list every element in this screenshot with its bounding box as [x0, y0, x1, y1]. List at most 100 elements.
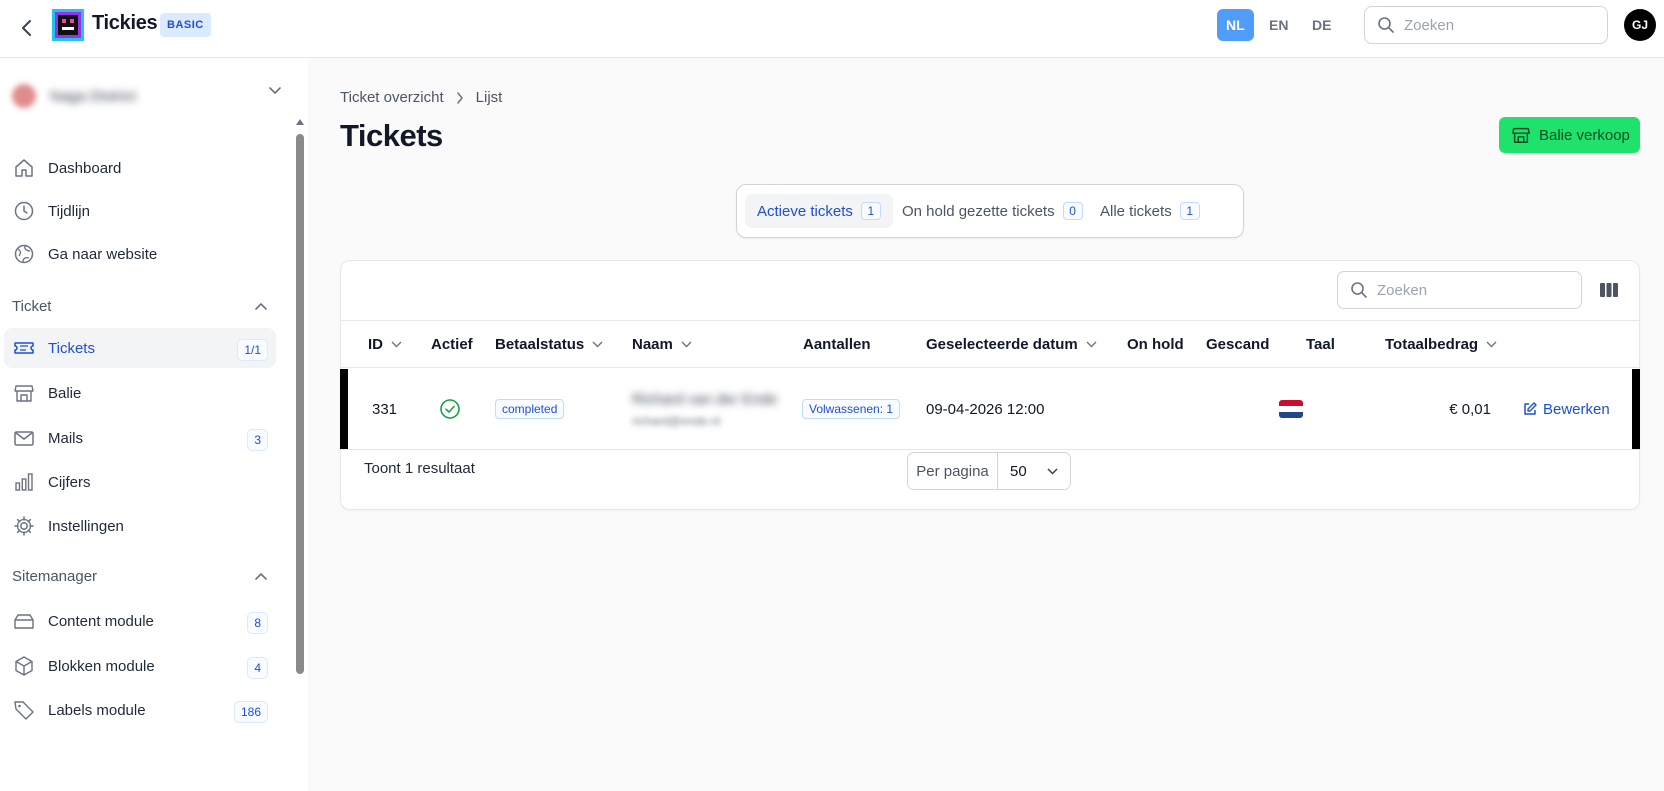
tab-label: On hold gezette tickets [902, 202, 1055, 220]
tab-count: 0 [1062, 202, 1083, 220]
store-icon [12, 381, 36, 405]
sidebar-item-label: Tickets [48, 339, 95, 357]
lang-de-button[interactable]: DE [1303, 9, 1340, 41]
cell-totaalbedrag: € 0,01 [1449, 400, 1491, 418]
home-icon [12, 156, 36, 180]
edit-label: Bewerken [1543, 400, 1610, 418]
tab-actieve-tickets[interactable]: Actieve tickets 1 [745, 194, 893, 228]
cube-icon [12, 654, 36, 678]
table-search[interactable] [1337, 271, 1582, 309]
sidebar-item-instellingen[interactable]: Instellingen [4, 506, 276, 546]
ticket-tabs: Actieve tickets 1 On hold gezette ticket… [736, 184, 1244, 238]
per-page-select[interactable]: 50 [998, 453, 1070, 489]
cell-actief [439, 369, 461, 449]
check-circle-icon [440, 399, 460, 419]
tab-count: 1 [860, 202, 881, 220]
chevron-down-icon [391, 341, 402, 348]
balie-verkoop-button[interactable]: Balie verkoop [1499, 117, 1640, 153]
sidebar-item-tijdlijn[interactable]: Tijdlijn [4, 191, 276, 231]
app-logo[interactable] [52, 9, 84, 41]
sidebar-item-label: Tijdlijn [48, 202, 90, 220]
global-search[interactable] [1364, 6, 1608, 44]
sidebar-item-balie[interactable]: Balie [4, 373, 276, 413]
user-avatar[interactable]: GJ [1624, 9, 1656, 41]
ticket-icon [12, 336, 36, 360]
scroll-up-icon[interactable] [296, 118, 304, 126]
sidebar: Naga District Dashboard Tijdlijn Ga naar… [0, 58, 308, 791]
column-header-actief: Actief [431, 321, 473, 368]
chevron-up-icon [255, 303, 267, 310]
sidebar-item-count: 3 [247, 429, 268, 451]
tab-label: Actieve tickets [757, 202, 853, 220]
lang-en-button[interactable]: EN [1260, 9, 1297, 41]
column-header-datum[interactable]: Geselecteerde datum [926, 321, 1097, 368]
column-label: Gescand [1206, 336, 1270, 353]
sidebar-item-count: 186 [233, 701, 268, 723]
sidebar-item-cijfers[interactable]: Cijfers [4, 462, 276, 502]
app-title: Tickies [92, 12, 158, 34]
column-header-naam[interactable]: Naam [632, 321, 692, 368]
sidebar-item-website[interactable]: Ga naar website [4, 234, 276, 274]
global-search-input[interactable] [1404, 16, 1584, 34]
sidebar-item-labels-module[interactable]: Labels module 186 [4, 690, 276, 730]
column-label: On hold [1127, 336, 1184, 353]
column-label: Taal [1306, 336, 1335, 353]
cell-aantallen: Volwassenen: 1 [802, 369, 901, 449]
tag-icon [12, 698, 36, 722]
back-button[interactable] [14, 16, 38, 40]
quantity-badge: Volwassenen: 1 [802, 399, 901, 419]
columns-icon [1600, 283, 1618, 297]
section-label: Sitemanager [12, 567, 98, 585]
chevron-right-icon [456, 91, 464, 104]
sidebar-item-count: 1/1 [237, 339, 268, 361]
customer-email: richard@ende.nl [632, 413, 721, 428]
cell-betaalstatus: completed [495, 369, 565, 449]
breadcrumb: Ticket overzicht Lijst [340, 89, 502, 106]
sidebar-scrollbar[interactable] [296, 134, 304, 674]
table-row[interactable]: 331 completed Richard van der Ende richa… [340, 369, 1640, 450]
tickets-table-card: ID Actief Betaalstatus Naam Aantallen Ge… [340, 260, 1640, 510]
sidebar-item-content-module[interactable]: Content module 8 [4, 601, 276, 641]
section-label: Ticket [12, 297, 52, 315]
tab-on-hold[interactable]: On hold gezette tickets 0 [890, 194, 1095, 228]
page-title: Tickets [340, 118, 443, 153]
table-header: ID Actief Betaalstatus Naam Aantallen Ge… [341, 320, 1639, 368]
tab-alle-tickets[interactable]: Alle tickets 1 [1088, 194, 1212, 228]
sidebar-item-label: Dashboard [48, 159, 122, 177]
chart-icon [12, 470, 36, 494]
column-label: Aantallen [803, 336, 871, 353]
breadcrumb-current: Lijst [475, 89, 503, 106]
gear-icon [12, 514, 36, 538]
edit-button[interactable]: Bewerken [1523, 369, 1610, 449]
chevron-down-icon [681, 341, 692, 348]
sidebar-item-label: Mails [48, 429, 84, 447]
chevron-left-icon [22, 20, 31, 36]
sidebar-item-tickets[interactable]: Tickets 1/1 [4, 328, 276, 368]
column-header-betaalstatus[interactable]: Betaalstatus [495, 321, 603, 368]
column-header-aantallen: Aantallen [803, 321, 871, 368]
cell-naam: Richard van der Ende richard@ende.nl [632, 369, 777, 449]
status-badge: completed [495, 399, 565, 419]
sidebar-item-label: Content module [48, 612, 154, 630]
column-header-totaalbedrag[interactable]: Totaalbedrag [1385, 321, 1497, 368]
row-highlight-left [340, 369, 348, 449]
sidebar-item-blokken-module[interactable]: Blokken module 4 [4, 646, 276, 686]
chevron-down-icon [1047, 467, 1058, 475]
sidebar-item-mails[interactable]: Mails 3 [4, 418, 276, 458]
search-icon [1351, 282, 1367, 298]
column-toggle-button[interactable] [1597, 279, 1621, 301]
button-label: Balie verkoop [1539, 126, 1630, 144]
table-search-input[interactable] [1377, 281, 1557, 299]
organization-selector[interactable]: Naga District [12, 82, 282, 110]
per-page-control: Per pagina 50 [907, 452, 1071, 490]
sidebar-item-dashboard[interactable]: Dashboard [4, 148, 276, 188]
breadcrumb-link-overzicht[interactable]: Ticket overzicht [340, 89, 444, 106]
lang-nl-button[interactable]: NL [1217, 9, 1254, 41]
section-toggle-ticket[interactable]: Ticket [12, 294, 268, 318]
clock-icon [12, 199, 36, 223]
section-toggle-sitemanager[interactable]: Sitemanager [12, 564, 268, 588]
column-header-on-hold: On hold [1127, 321, 1184, 368]
column-label: Actief [431, 336, 473, 353]
column-header-id[interactable]: ID [368, 321, 402, 368]
nl-flag-icon [1279, 400, 1303, 418]
